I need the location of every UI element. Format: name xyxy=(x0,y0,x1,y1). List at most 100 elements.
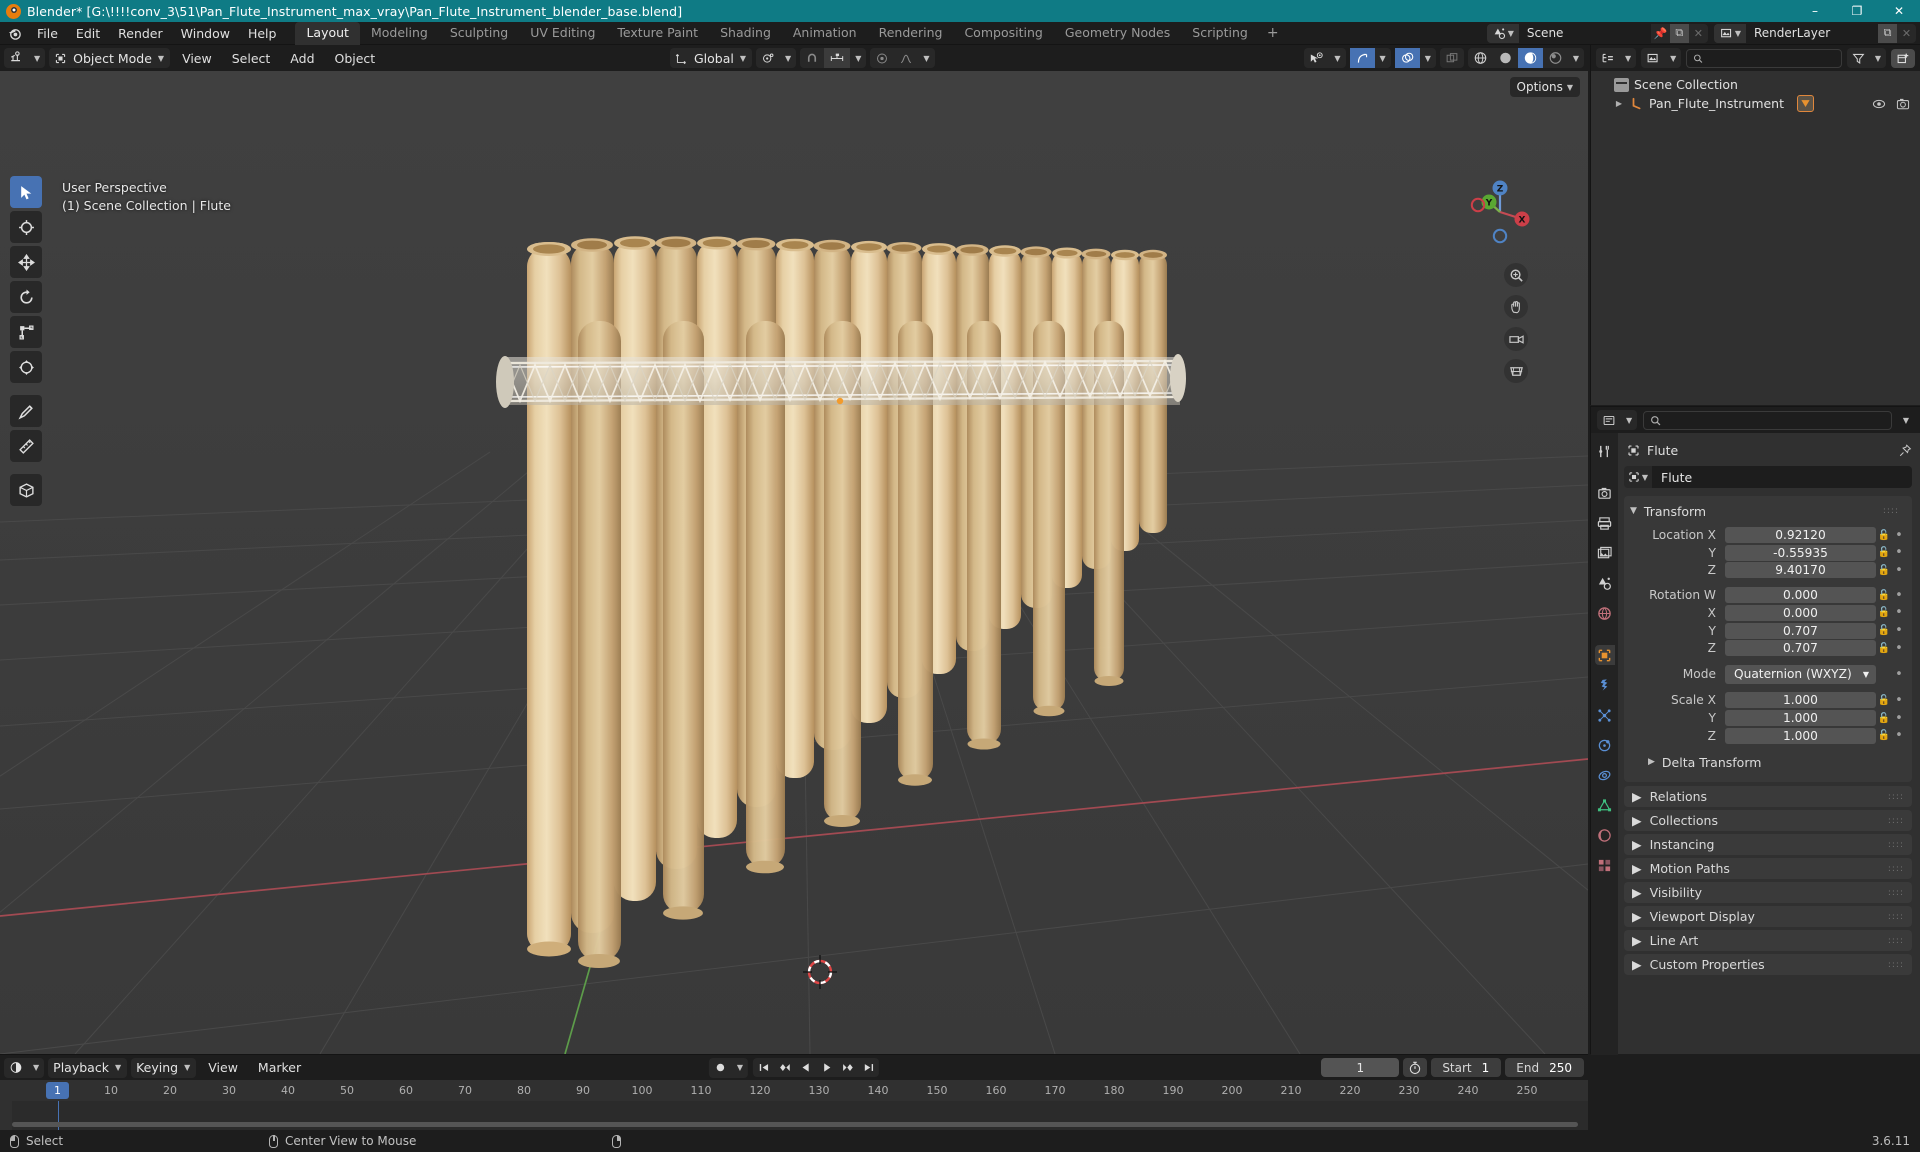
editor-type-selector[interactable]: ▼ xyxy=(4,48,46,68)
visibility-selector[interactable]: ▼ xyxy=(1304,48,1346,68)
tab-sculpting[interactable]: Sculpting xyxy=(439,22,519,45)
tab-rendering[interactable]: Rendering xyxy=(868,22,954,45)
chevron-down-icon[interactable]: ▼ xyxy=(780,48,796,68)
tab-shading[interactable]: Shading xyxy=(709,22,782,45)
play-reverse-button[interactable] xyxy=(795,1058,816,1077)
new-scene-button[interactable]: ⧉ xyxy=(1669,23,1689,43)
disclosure-triangle-icon[interactable]: ▶ xyxy=(1613,99,1625,108)
view-layer-icon[interactable] xyxy=(1641,48,1665,68)
field-rotation-x[interactable]: 0.000 xyxy=(1725,604,1876,621)
maximize-button[interactable]: ❐ xyxy=(1836,0,1878,22)
material-preview-shading-icon[interactable] xyxy=(1517,48,1543,68)
lock-icon[interactable]: 🔓 xyxy=(1876,607,1892,618)
play-button[interactable] xyxy=(816,1058,837,1077)
object-browse-icon[interactable]: ▼ xyxy=(1624,466,1652,488)
interaction-mode-selector[interactable]: Object Mode ▼ xyxy=(49,48,171,68)
shading-mode-group[interactable]: ▼ xyxy=(1467,48,1584,68)
transform-panel-header[interactable]: ▼ Transform :::: xyxy=(1630,500,1906,522)
toggle-perspective-icon[interactable] xyxy=(1504,359,1528,383)
menu-render[interactable]: Render xyxy=(109,24,172,43)
unlink-scene-button[interactable]: ✕ xyxy=(1689,24,1708,43)
use-preview-range-icon[interactable] xyxy=(1403,1058,1428,1077)
chevron-down-icon[interactable]: ▼ xyxy=(918,48,934,68)
tab-modeling[interactable]: Modeling xyxy=(360,22,439,45)
tab-animation[interactable]: Animation xyxy=(782,22,868,45)
constraints-tab[interactable] xyxy=(1595,765,1615,785)
gizmo-toggle-group[interactable]: ▼ xyxy=(1349,48,1391,68)
physics-tab[interactable] xyxy=(1595,735,1615,755)
add-cube-tool[interactable] xyxy=(10,474,42,506)
view-layer-icon[interactable]: ▼ xyxy=(1713,23,1746,43)
properties-icon[interactable] xyxy=(1597,410,1621,430)
tab-texture-paint[interactable]: Texture Paint xyxy=(606,22,709,45)
keying-menu[interactable]: Keying ▼ xyxy=(131,1057,197,1078)
properties-options-chevron-icon[interactable]: ▼ xyxy=(1898,410,1914,430)
menu-help[interactable]: Help xyxy=(239,24,286,43)
animate-property-icon[interactable]: • xyxy=(1892,667,1906,682)
menu-edit[interactable]: Edit xyxy=(67,24,109,43)
particles-tab[interactable] xyxy=(1595,705,1615,725)
outliner-display-mode-selector[interactable]: ▼ xyxy=(1641,48,1682,68)
xray-icon[interactable] xyxy=(1440,48,1464,68)
editor-type-icon[interactable] xyxy=(4,48,29,68)
close-button[interactable]: ✕ xyxy=(1878,0,1920,22)
auto-keying-group[interactable]: ▼ xyxy=(708,1057,749,1078)
current-frame-field[interactable]: 1 xyxy=(1321,1058,1400,1077)
tweak-select-tool[interactable] xyxy=(10,176,42,208)
record-icon[interactable] xyxy=(709,1058,732,1078)
jump-to-end-button[interactable] xyxy=(858,1058,879,1077)
timeline-editor-type-selector[interactable]: ▼ xyxy=(4,1057,45,1078)
remove-view-layer-button[interactable]: ✕ xyxy=(1897,24,1916,43)
pin-scene-icon[interactable]: 📌 xyxy=(1651,24,1670,43)
field-rotation-y[interactable]: 0.707 xyxy=(1725,622,1876,639)
properties-editor-type-selector[interactable]: ▼ xyxy=(1597,410,1638,430)
section-instancing[interactable]: ▶ Instancing :::: xyxy=(1624,834,1912,856)
view-layer-name-field[interactable]: RenderLayer xyxy=(1746,23,1878,43)
falloff-curve-icon[interactable] xyxy=(894,48,918,68)
hide-in-viewport-icon[interactable] xyxy=(1872,98,1886,110)
object-tab[interactable] xyxy=(1594,645,1615,665)
proportional-edit-icon[interactable] xyxy=(870,48,894,68)
transform-orientation-selector[interactable]: Global ▼ xyxy=(670,48,753,68)
gizmo-icon[interactable] xyxy=(1349,48,1375,68)
outliner-row-object[interactable]: ▶ Pan_Flute_Instrument xyxy=(1591,94,1920,113)
jump-to-previous-keyframe-button[interactable] xyxy=(774,1058,795,1077)
viewport-menu-view[interactable]: View xyxy=(174,49,220,68)
animate-property-icon[interactable]: • xyxy=(1892,728,1906,743)
outliner-search-field[interactable] xyxy=(1708,51,1835,65)
chevron-down-icon[interactable]: ▼ xyxy=(1620,48,1636,68)
chevron-down-icon[interactable]: ▼ xyxy=(732,1058,748,1078)
viewport-menu-object[interactable]: Object xyxy=(327,49,384,68)
properties-search-input[interactable] xyxy=(1643,410,1892,430)
field-rotation-w[interactable]: 0.000 xyxy=(1725,587,1876,604)
chevron-down-icon[interactable]: ▼ xyxy=(850,48,866,68)
render-tab[interactable] xyxy=(1595,483,1615,503)
lock-icon[interactable]: 🔓 xyxy=(1876,713,1892,724)
camera-view-icon[interactable] xyxy=(1504,327,1528,351)
animate-property-icon[interactable]: • xyxy=(1892,623,1906,638)
lock-icon[interactable]: 🔓 xyxy=(1876,695,1892,706)
texture-tab[interactable] xyxy=(1595,855,1615,875)
eye-cursor-icon[interactable] xyxy=(1304,48,1329,68)
snap-target-icon[interactable] xyxy=(824,48,851,68)
wireframe-shading-icon[interactable] xyxy=(1468,48,1493,68)
lock-icon[interactable]: 🔓 xyxy=(1876,565,1892,576)
object-name-field[interactable]: ▼ Flute xyxy=(1624,466,1912,488)
lock-icon[interactable]: 🔓 xyxy=(1876,530,1892,541)
chevron-down-icon[interactable]: ▼ xyxy=(1329,48,1345,68)
xray-toggle[interactable] xyxy=(1439,48,1464,68)
outliner-icon[interactable] xyxy=(1596,48,1620,68)
field-location-z[interactable]: 9.40170 xyxy=(1725,562,1876,579)
overlays-icon[interactable] xyxy=(1394,48,1420,68)
timeline-icon[interactable] xyxy=(4,1058,28,1078)
section-line-art[interactable]: ▶ Line Art :::: xyxy=(1624,930,1912,952)
animate-property-icon[interactable]: • xyxy=(1892,693,1906,708)
tab-scripting[interactable]: Scripting xyxy=(1181,22,1259,45)
timeline-menu-marker[interactable]: Marker xyxy=(250,1058,309,1077)
rotate-tool[interactable] xyxy=(10,281,42,313)
jump-to-next-keyframe-button[interactable] xyxy=(837,1058,858,1077)
overlays-toggle-group[interactable]: ▼ xyxy=(1394,48,1436,68)
start-frame-field[interactable]: Start 1 xyxy=(1431,1058,1502,1077)
tab-layout[interactable]: Layout xyxy=(295,21,360,45)
filter-icon[interactable] xyxy=(1847,48,1870,68)
